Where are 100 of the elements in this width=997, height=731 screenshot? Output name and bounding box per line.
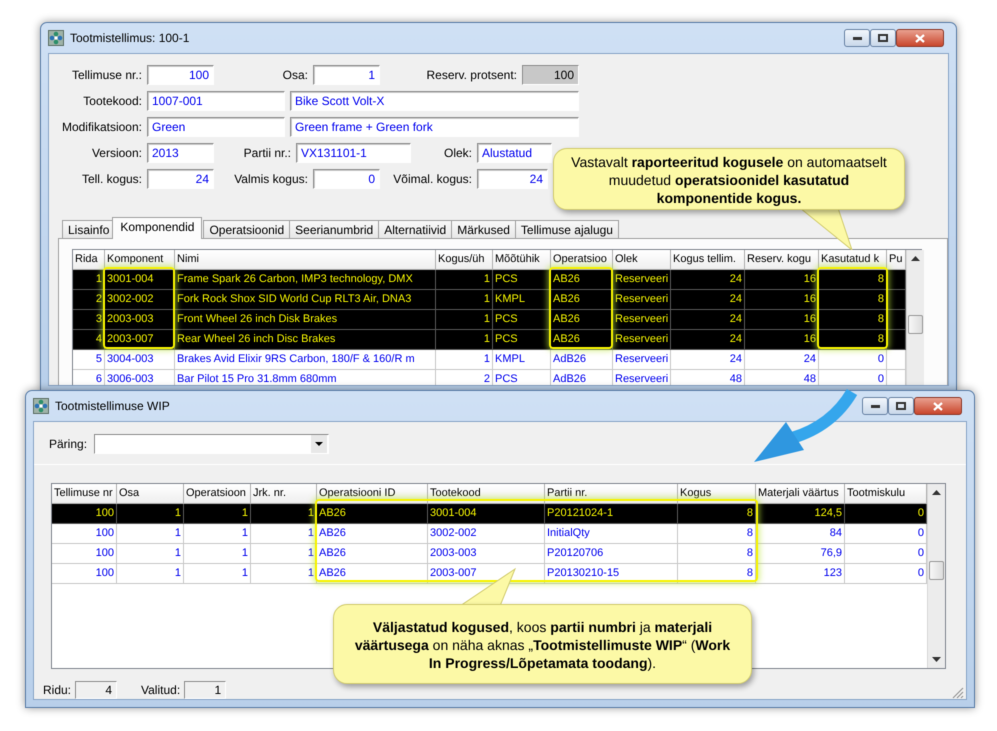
scroll-up-icon[interactable] <box>932 490 941 495</box>
input-field[interactable]: 1 <box>313 65 380 85</box>
table-cell: 1 <box>436 330 493 350</box>
tab[interactable]: Operatsioonid <box>203 220 290 239</box>
maximize-icon[interactable] <box>896 402 906 410</box>
input-field[interactable]: 24 <box>477 169 548 189</box>
window-title: Tootmistellimus: 100-1 <box>70 31 190 45</box>
minimize-icon[interactable] <box>870 404 880 408</box>
table-cell: 1 <box>117 564 184 584</box>
input-field[interactable]: Green <box>147 117 285 137</box>
field-label: Reserv. protsent: <box>426 67 517 84</box>
input-field[interactable]: 100 <box>147 65 214 85</box>
input-field[interactable]: Alustatud <box>477 143 552 163</box>
column-header[interactable]: Osa <box>117 484 184 504</box>
tab[interactable]: Tellimuse ajalugu <box>514 220 619 239</box>
tab[interactable]: Seerianumbrid <box>289 220 380 239</box>
tab[interactable]: Komponendid <box>112 217 202 239</box>
table-cell: P20130210-15 <box>545 564 678 584</box>
close-icon[interactable] <box>933 402 943 410</box>
column-header[interactable]: Nimi <box>175 250 436 270</box>
close-button[interactable] <box>914 397 962 415</box>
maximize-icon[interactable] <box>878 34 888 42</box>
input-field[interactable]: VX131101-1 <box>296 143 411 163</box>
table-row[interactable]: 5 3004-003 Brakes Avid Elixir 9RS Carbon, 180/F & 160/R m 1 KMPL AdB26 Reserveeri 24 24 0 <box>73 350 906 370</box>
input-field[interactable]: 0 <box>313 169 380 189</box>
tab[interactable]: Alternatiivid <box>378 220 452 239</box>
column-header[interactable]: Kogus/üh <box>436 250 493 270</box>
column-header[interactable]: Olek <box>613 250 671 270</box>
close-button[interactable] <box>896 29 944 47</box>
status-label: Ridu: <box>43 683 72 697</box>
app-icon <box>33 398 49 414</box>
column-header[interactable]: Operatsiooni ID <box>317 484 428 504</box>
tab[interactable]: Märkused <box>451 220 516 239</box>
maximize-button[interactable] <box>888 397 914 415</box>
table-row[interactable]: 4 2003-007 Rear Wheel 26 inch Disc Brakes 1 PCS AB26 Reserveeri 24 16 8 <box>73 330 906 350</box>
column-header[interactable]: Pu <box>887 250 906 270</box>
column-header[interactable]: Tellimuse nr <box>52 484 117 504</box>
column-header[interactable]: Materjali väärtus <box>756 484 845 504</box>
column-header[interactable]: Partii nr. <box>545 484 678 504</box>
window-title: Tootmistellimuse WIP <box>55 399 170 413</box>
table-cell: AdB26 <box>551 350 613 370</box>
column-header[interactable]: Tootekood <box>428 484 545 504</box>
scroll-thumb[interactable] <box>908 315 923 334</box>
table-cell: 0 <box>819 350 887 370</box>
table-cell: 1 <box>251 504 317 524</box>
table-cell: 1 <box>251 564 317 584</box>
table-cell: Reserveeri <box>613 330 671 350</box>
table-cell: 1 <box>251 524 317 544</box>
column-header[interactable]: Jrk. nr. <box>251 484 317 504</box>
field-label: Olek: <box>442 145 472 162</box>
table-row[interactable]: 100 1 1 1 AB26 3001-004 P20121024-1 8 124,5 0 <box>52 504 927 524</box>
table-cell: 1 <box>184 564 251 584</box>
table-cell: 1 <box>184 544 251 564</box>
close-icon[interactable] <box>915 34 925 42</box>
status-label: Valitud: <box>141 683 180 697</box>
input-field[interactable]: 24 <box>147 169 214 189</box>
table-cell: AB26 <box>551 330 613 350</box>
table-cell: 4 <box>73 330 105 350</box>
field-label: Modifikatsioon: <box>60 119 142 136</box>
scroll-thumb[interactable] <box>929 561 944 580</box>
table-cell: 100 <box>52 504 117 524</box>
scrollbar[interactable] <box>906 250 924 385</box>
input-field[interactable]: Green frame + Green fork <box>290 117 579 137</box>
table-cell: 8 <box>678 544 756 564</box>
column-header[interactable]: Mõõtühik <box>493 250 551 270</box>
table-cell: AB26 <box>317 504 428 524</box>
column-header[interactable]: Kogus <box>678 484 756 504</box>
minimize-button[interactable] <box>862 397 888 415</box>
field-label: Tootekood: <box>82 93 142 110</box>
table-cell: 3001-004 <box>428 504 545 524</box>
table-row[interactable]: 3 2003-003 Front Wheel 26 inch Disk Brakes 1 PCS AB26 Reserveeri 24 16 8 <box>73 310 906 330</box>
column-header[interactable]: Kasutatud k <box>819 250 887 270</box>
column-header[interactable]: Tootmiskulu <box>845 484 927 504</box>
column-header[interactable]: Komponent <box>105 250 175 270</box>
table-row[interactable]: 1 3001-004 Frame Spark 26 Carbon, IMP3 technology, DMX 1 PCS AB26 Reserveeri 24 16 8 <box>73 270 906 290</box>
scroll-down-icon[interactable] <box>932 657 941 662</box>
column-header[interactable]: Operatsioo <box>551 250 613 270</box>
scrollbar[interactable] <box>927 484 945 668</box>
minimize-icon[interactable] <box>852 36 862 40</box>
status-value: 1 <box>184 681 226 699</box>
column-header[interactable]: Reserv. kogu <box>745 250 819 270</box>
resize-grip-icon[interactable] <box>952 687 964 699</box>
maximize-button[interactable] <box>870 29 896 47</box>
scroll-up-icon[interactable] <box>911 256 920 261</box>
table-row[interactable]: 2 3002-002 Fork Rock Shox SID World Cup RLT3 Air, DNA3 1 KMPL AB26 Reserveeri 24 16 8 <box>73 290 906 310</box>
input-field[interactable]: 1007-001 <box>147 91 285 111</box>
table-cell: 1 <box>436 350 493 370</box>
input-field[interactable]: Bike Scott Volt-X <box>290 91 579 111</box>
input-field[interactable]: 2013 <box>147 143 214 163</box>
table-cell: 1 <box>117 544 184 564</box>
field-label: Osa: <box>282 67 308 84</box>
column-header[interactable]: Operatsioon <box>184 484 251 504</box>
table-row[interactable]: 100 1 1 1 AB26 2003-003 P20120706 8 76,9 0 <box>52 544 927 564</box>
minimize-button[interactable] <box>844 29 870 47</box>
table-cell: Rear Wheel 26 inch Disc Brakes <box>175 330 436 350</box>
column-header[interactable]: Kogus tellim. <box>671 250 745 270</box>
field-label: Tellimuse nr.: <box>70 67 142 84</box>
column-header[interactable]: Rida <box>73 250 105 270</box>
table-row[interactable]: 100 1 1 1 AB26 3002-002 InitialQty 8 84 0 <box>52 524 927 544</box>
table-cell: 8 <box>678 524 756 544</box>
